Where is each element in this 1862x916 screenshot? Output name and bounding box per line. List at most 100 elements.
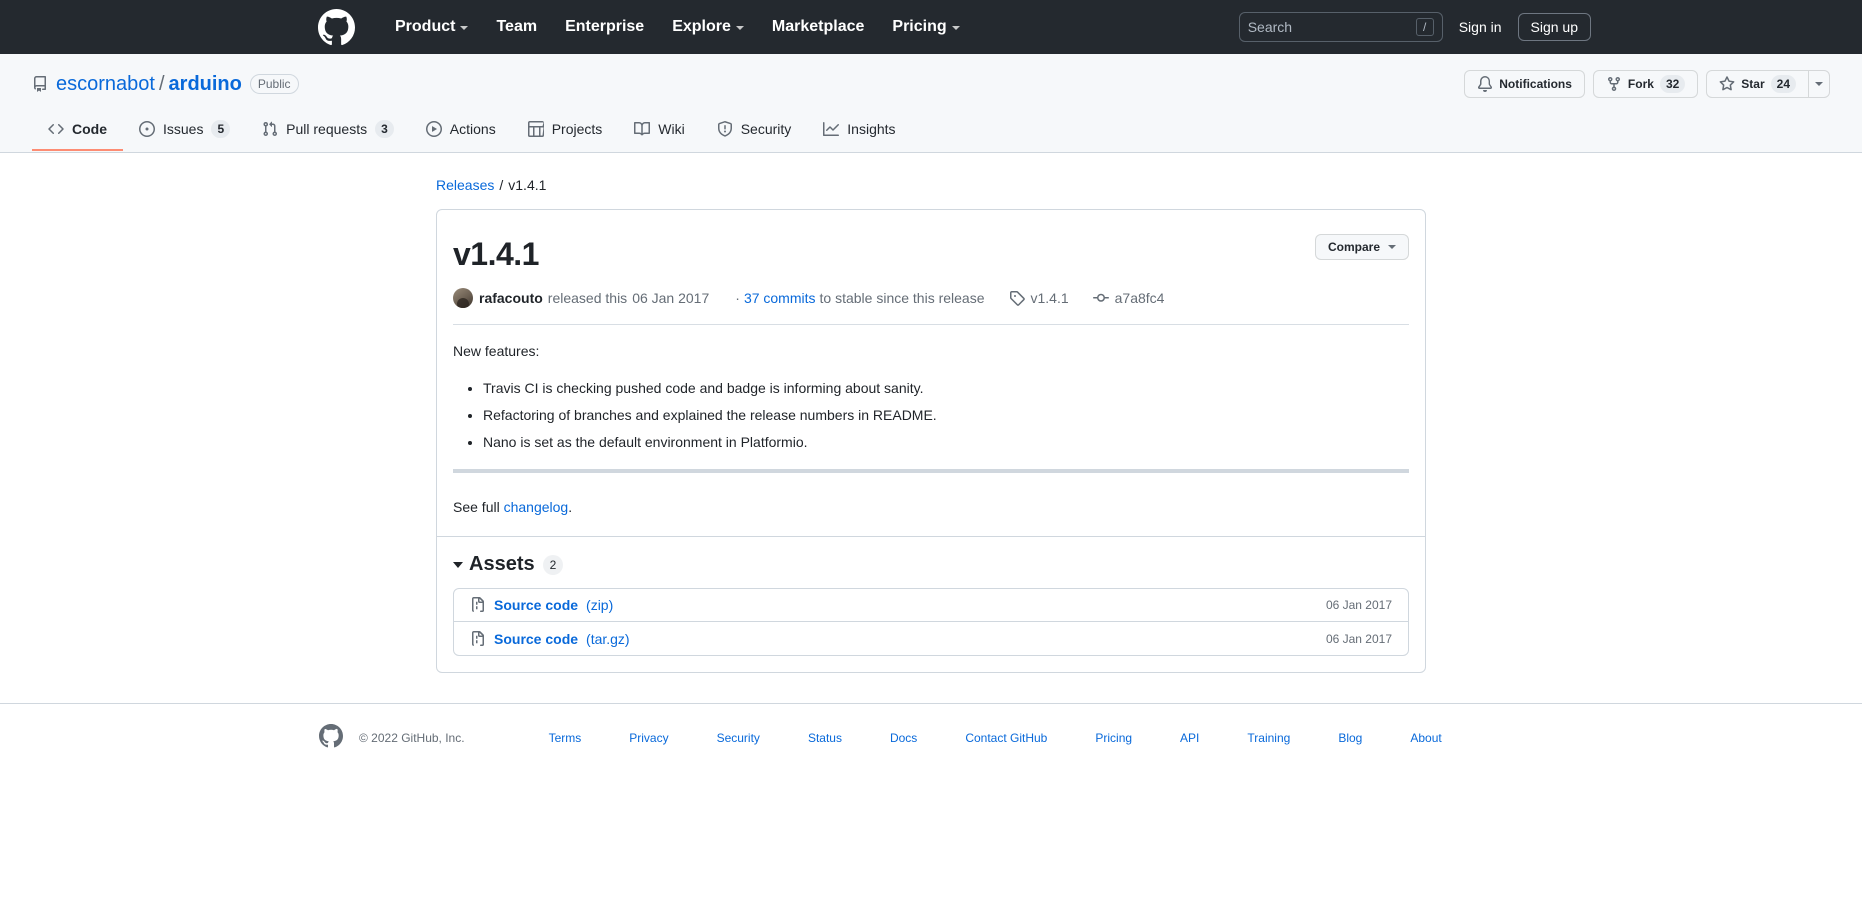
compare-label: Compare (1327, 240, 1380, 254)
sign-in-link[interactable]: Sign in (1443, 19, 1518, 35)
release-notes-item: Travis CI is checking pushed code and ba… (483, 378, 1409, 399)
release-meta: rafacouto released this 06 Jan 2017 · 37… (437, 274, 1425, 308)
footer-link-contact-github[interactable]: Contact GitHub (941, 731, 1071, 745)
repository-visibility-badge: Public (249, 74, 299, 94)
global-nav-label: Explore (672, 18, 731, 35)
footer-links: Terms Privacy Security Status Docs Conta… (525, 731, 1466, 745)
avatar[interactable] (453, 288, 473, 308)
breadcrumb-current: v1.4.1 (508, 177, 547, 193)
tab-actions[interactable]: Actions (410, 113, 512, 151)
tab-code[interactable]: Code (32, 113, 123, 151)
tab-projects[interactable]: Projects (512, 113, 619, 151)
git-commit-icon (1092, 293, 1109, 302)
assets-count: 2 (542, 554, 564, 575)
tab-label: Issues (163, 121, 204, 137)
release-header: v1.4.1 Compare (437, 210, 1425, 274)
footer-link-privacy[interactable]: Privacy (605, 731, 692, 745)
footer-link-status[interactable]: Status (784, 731, 866, 745)
chevron-down-icon (1388, 245, 1396, 249)
commits-suffix: to stable since this release (819, 290, 985, 306)
footer-link-pricing[interactable]: Pricing (1071, 731, 1156, 745)
tab-label: Actions (449, 121, 496, 137)
assets-title: Assets (469, 553, 535, 575)
asset-row[interactable]: Source code (tar.gz) 06 Jan 2017 (454, 622, 1408, 655)
play-icon (425, 121, 442, 137)
global-nav-item-pricing[interactable]: Pricing (878, 0, 973, 54)
changelog-suffix: . (568, 499, 573, 515)
tab-issues[interactable]: Issues 5 (123, 112, 246, 152)
sign-up-button[interactable]: Sign up (1517, 13, 1591, 41)
tab-count: 5 (211, 120, 231, 138)
tab-label: Security (740, 121, 792, 137)
star-dropdown-button[interactable] (1809, 70, 1830, 98)
asset-extension: (tar.gz) (586, 630, 630, 647)
notifications-button[interactable]: Notifications (1464, 70, 1585, 98)
tab-label: Code (72, 121, 107, 137)
github-mark-icon (319, 724, 343, 751)
global-nav-item-team[interactable]: Team (482, 0, 551, 54)
release-tag-name: v1.4.1 (1030, 290, 1069, 306)
global-nav-label: Enterprise (565, 18, 645, 35)
asset-name[interactable]: Source code (494, 631, 578, 647)
tab-wiki[interactable]: Wiki (618, 113, 700, 151)
graph-icon (823, 122, 840, 136)
tab-pull-requests[interactable]: Pull requests 3 (246, 112, 410, 152)
search-shortcut-badge: / (1415, 18, 1434, 36)
release-date: 06 Jan 2017 (632, 290, 710, 306)
release-notes-item: Nano is set as the default environment i… (483, 432, 1409, 453)
repository-breadcrumb: escornabot / arduino (56, 73, 242, 96)
star-button-group: Star 24 (1706, 70, 1830, 98)
asset-row[interactable]: Source code (zip) 06 Jan 2017 (454, 589, 1408, 622)
global-nav-item-product[interactable]: Product (381, 0, 482, 54)
footer-link-docs[interactable]: Docs (866, 731, 941, 745)
footer-link-security[interactable]: Security (693, 731, 784, 745)
tab-security[interactable]: Security (701, 113, 808, 151)
commits-link[interactable]: 37 commits (744, 290, 816, 306)
global-header-right: Search / Sign in Sign up (1238, 12, 1843, 42)
release-author-link[interactable]: rafacouto (479, 290, 543, 306)
footer-link-blog[interactable]: Blog (1314, 731, 1386, 745)
repository-header: escornabot / arduino Public Notification… (0, 54, 1862, 153)
footer-link-about[interactable]: About (1386, 731, 1465, 745)
breadcrumb-releases-link[interactable]: Releases (436, 177, 494, 193)
asset-name[interactable]: Source code (494, 597, 578, 613)
tab-label: Projects (551, 121, 603, 137)
global-nav-item-explore[interactable]: Explore (658, 0, 758, 54)
code-icon (48, 123, 64, 135)
github-mark-icon[interactable] (318, 8, 355, 46)
footer-link-training[interactable]: Training (1223, 731, 1314, 745)
global-nav-item-marketplace[interactable]: Marketplace (758, 0, 879, 54)
chevron-down-icon (951, 26, 960, 30)
release-released-text: released this (547, 290, 628, 306)
assets-toggle[interactable]: Assets 2 (453, 553, 1409, 576)
release-commit[interactable]: a7a8fc4 (1092, 290, 1165, 306)
fork-label: Fork (1627, 77, 1654, 91)
star-label: Star (1741, 77, 1765, 91)
release-tag[interactable]: v1.4.1 (1009, 290, 1069, 306)
shield-icon (717, 121, 732, 137)
release-notes-intro: New features: (453, 343, 540, 359)
release-container: Releases / v1.4.1 v1.4.1 Compare rafacou… (162, 153, 1700, 673)
search-input[interactable]: Search / (1238, 12, 1443, 42)
tab-insights[interactable]: Insights (807, 113, 911, 151)
compare-button[interactable]: Compare (1314, 234, 1409, 260)
star-button[interactable]: Star 24 (1706, 70, 1809, 98)
assets-list: Source code (zip) 06 Jan 2017 Source cod… (453, 588, 1409, 656)
tab-label: Pull requests (286, 121, 368, 137)
release-notes-rule (453, 469, 1409, 473)
file-zip-icon (472, 630, 484, 646)
notifications-label: Notifications (1499, 77, 1572, 91)
repository-name-link[interactable]: arduino (169, 73, 242, 96)
footer-link-api[interactable]: API (1156, 731, 1223, 745)
repository-tabs: Code Issues 5 Pull requests 3 Actions Pr… (32, 112, 1830, 152)
global-header: Product Team Enterprise Explore Marketpl… (0, 0, 1862, 54)
changelog-link[interactable]: changelog (504, 499, 569, 515)
global-nav-label: Product (395, 18, 456, 35)
tag-icon (1009, 291, 1025, 306)
fork-button[interactable]: Fork 32 (1592, 70, 1699, 98)
footer-link-terms[interactable]: Terms (525, 731, 606, 745)
tab-count: 3 (375, 120, 394, 138)
repository-owner-link[interactable]: escornabot (56, 73, 155, 96)
release-commit-hash: a7a8fc4 (1114, 290, 1165, 306)
global-nav-item-enterprise[interactable]: Enterprise (551, 0, 658, 54)
